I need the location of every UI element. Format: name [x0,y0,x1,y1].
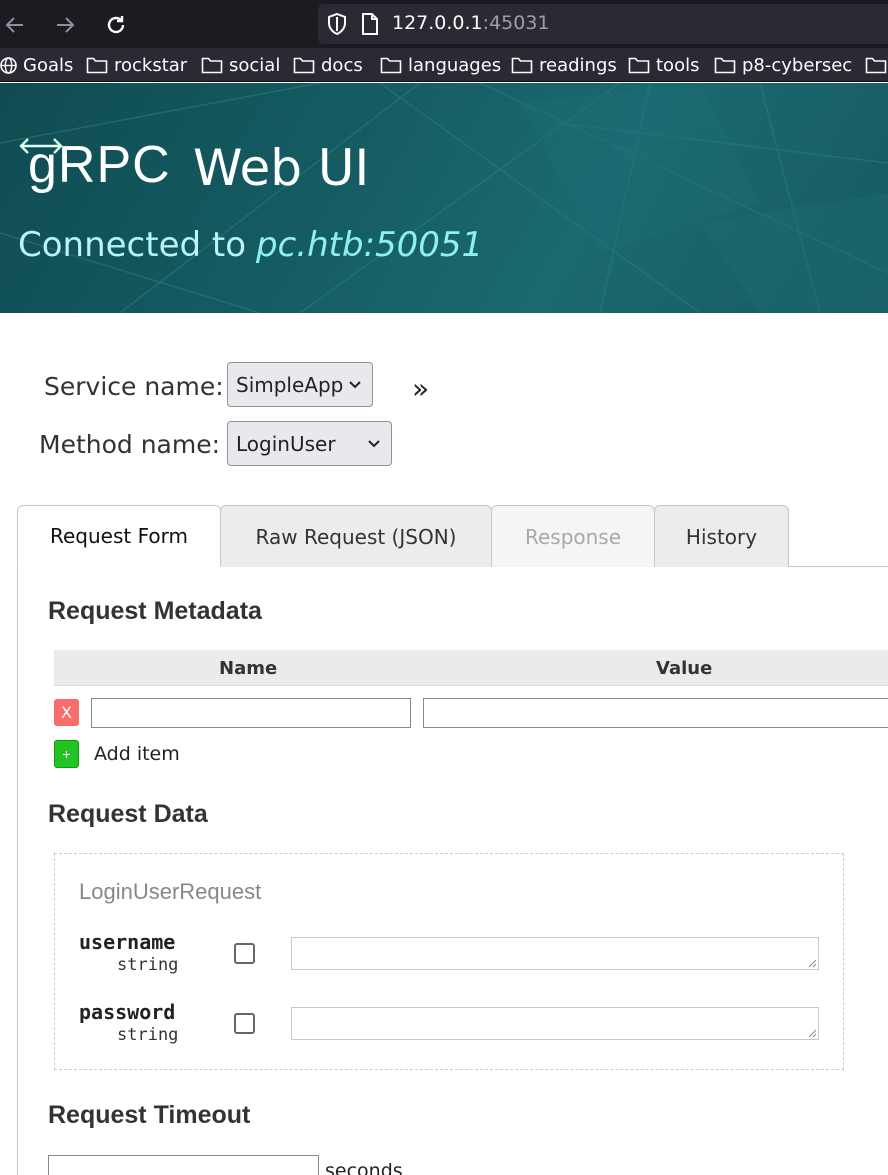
field-password-name: password [79,1000,176,1024]
metadata-name-input[interactable] [91,698,411,728]
method-select[interactable]: LoginUser [227,421,392,466]
bookmark-overflow[interactable] [865,54,888,76]
brand-grpc: gRPC [28,136,171,194]
tab-raw-request[interactable]: Raw Request (JSON) [220,505,492,567]
globe-icon [0,56,17,74]
forward-arrow-icon[interactable] [52,12,78,38]
tab-request-form[interactable]: Request Form [17,505,221,567]
password-null-checkbox[interactable] [234,1013,255,1034]
message-type-name: LoginUserRequest [79,879,262,904]
banner-pattern [0,83,888,313]
bookmark-label: docs [321,54,363,76]
folder-icon [201,57,223,74]
service-label: Service name: [44,372,224,401]
field-username-type: string [117,955,179,975]
expand-toggle[interactable]: » [412,372,429,405]
chevron-down-icon [349,381,361,389]
resize-handle-icon[interactable] [807,958,817,968]
folder-icon [628,57,650,74]
request-data-heading: Request Data [48,800,208,828]
username-null-checkbox[interactable] [234,943,255,964]
bookmark-label: Goals [23,54,74,76]
field-password-type: string [117,1025,179,1045]
bookmark-label: languages [408,54,502,76]
bookmark-rockstar[interactable]: rockstar [86,54,187,76]
bookmark-label: social [229,54,281,76]
service-select[interactable]: SimpleApp [227,362,373,407]
header-banner: gRPC Web UI Connected to pc.htb:50051 [0,83,888,313]
connection-status: Connected to pc.htb:50051 [18,225,483,265]
method-label: Method name: [39,430,221,459]
folder-icon [714,57,736,74]
timeout-heading: Request Timeout [48,1101,251,1129]
folder-icon [293,57,315,74]
col-value-header: Value [656,658,713,679]
bookmark-social[interactable]: social [201,54,280,76]
timeout-unit: seconds [325,1160,403,1175]
bookmark-label: rockstar [114,54,188,76]
bookmark-label: p8-cybersec [742,54,853,76]
shield-icon[interactable] [326,12,348,36]
folder-icon [86,57,108,74]
col-name-header: Name [219,658,278,679]
bookmark-tools[interactable]: tools [628,54,699,76]
page-icon[interactable] [360,12,380,36]
tab-history[interactable]: History [654,505,789,567]
url-port: :45031 [482,12,550,34]
username-textarea[interactable] [291,937,819,970]
reload-icon[interactable] [103,12,129,38]
bookmark-goals[interactable]: Goals [0,54,73,76]
folder-icon [380,57,402,74]
panel-border [17,566,18,1175]
folder-icon [865,57,887,74]
folder-icon [511,57,533,74]
add-item-button[interactable]: + [54,740,79,768]
bookmark-label: tools [656,54,700,76]
bookmark-p8-cybersec[interactable]: p8-cybersec [714,54,852,76]
url-host: 127.0.0.1 [392,12,483,34]
back-arrow-icon[interactable] [2,12,28,38]
metadata-table-header: Name Value [54,650,888,686]
url-text[interactable]: 127.0.0.1:45031 [392,12,550,34]
field-username-name: username [79,930,176,954]
browser-toolbar: 127.0.0.1:45031 [0,0,888,48]
chevron-down-icon [368,440,380,448]
method-select-value: LoginUser [236,431,336,456]
tab-response[interactable]: Response [491,505,655,567]
brand-webui: Web UI [193,139,370,197]
service-select-value: SimpleApp [236,372,344,397]
metadata-value-input[interactable] [423,698,888,728]
password-textarea[interactable] [291,1007,819,1040]
metadata-heading: Request Metadata [48,597,262,625]
connected-prefix: Connected to [18,225,247,265]
bookmark-docs[interactable]: docs [293,54,363,76]
add-item-label: Add item [94,743,180,765]
bookmark-languages[interactable]: languages [380,54,501,76]
timeout-input[interactable] [48,1155,319,1175]
resize-handle-icon[interactable] [807,1028,817,1038]
bookmarks-bar: Goals rockstar social docs languages rea… [0,48,888,82]
connected-host: pc.htb:50051 [256,225,484,265]
remove-item-button[interactable]: X [54,699,79,726]
bookmark-label: readings [539,54,617,76]
bookmark-readings[interactable]: readings [511,54,617,76]
